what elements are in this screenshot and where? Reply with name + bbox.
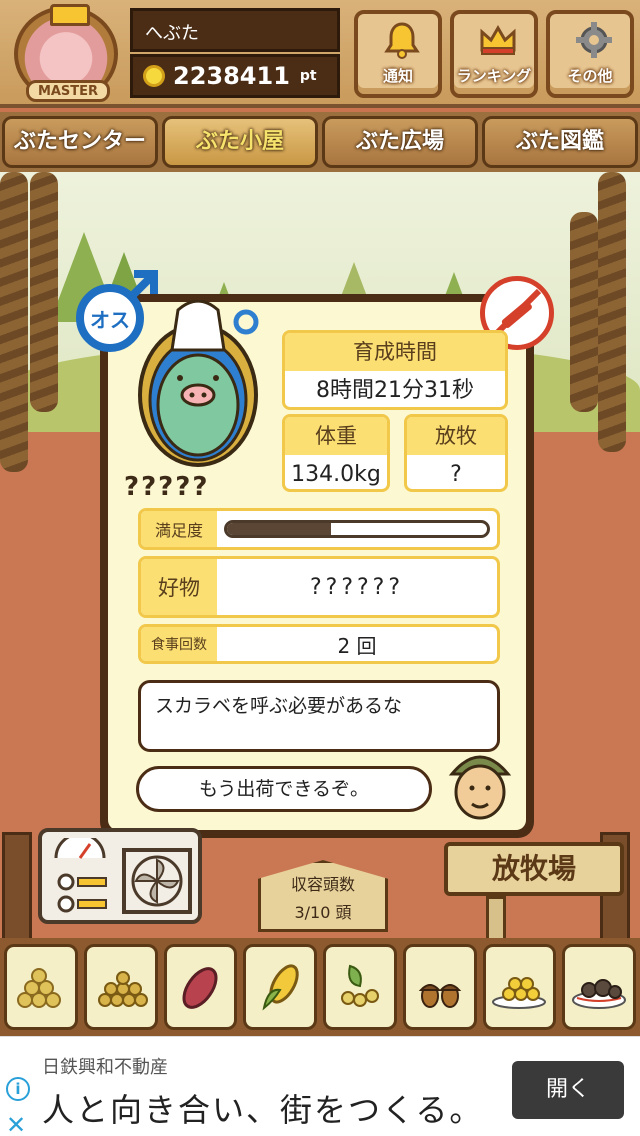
tab-buta-zukan[interactable]: ぶた図鑑 xyxy=(482,116,638,168)
weight-box: 体重 134.0kg xyxy=(282,414,390,492)
vine xyxy=(570,212,598,412)
tab-buta-koya[interactable]: ぶた小屋 xyxy=(162,116,318,168)
environment-panel[interactable] xyxy=(38,828,202,924)
meals-value: 2 回 xyxy=(337,633,377,658)
tab-buta-center[interactable]: ぶたセンター xyxy=(2,116,158,168)
feed-item-truffle-plate[interactable] xyxy=(562,944,636,1030)
points-display: 2238411 pt xyxy=(130,54,340,98)
capacity-value: 3/10 頭 xyxy=(294,903,352,922)
main-tabs: ぶたセンター ぶた小屋 ぶた広場 ぶた図鑑 xyxy=(0,112,640,172)
herb-berries-icon xyxy=(340,964,379,1007)
ad-close-icon[interactable]: ✕ xyxy=(6,1111,26,1136)
gear-icon xyxy=(574,20,614,60)
grain-pile-icon xyxy=(97,971,148,1007)
ad-info-icon[interactable]: i xyxy=(6,1077,30,1101)
grazing-value: ? xyxy=(450,462,462,487)
satisfaction-bar-fill xyxy=(227,523,331,535)
weight-label: 体重 xyxy=(285,417,387,455)
feed-item-sweet-potato[interactable] xyxy=(163,944,238,1030)
farmer-speech-bubble: もう出荷できるぞ。 xyxy=(136,766,432,812)
user-name: へぶた xyxy=(130,8,340,52)
vine xyxy=(0,172,28,472)
notification-button[interactable]: 通知 xyxy=(354,10,442,98)
farmer-icon[interactable] xyxy=(446,744,514,824)
satisfaction-row: 満足度 xyxy=(138,508,500,550)
crown-icon xyxy=(478,20,518,60)
settings-button[interactable]: その他 xyxy=(546,10,634,98)
favorite-value: ?????? xyxy=(309,574,405,600)
grain-plate-icon xyxy=(492,977,547,1009)
hint-bubble: スカラベを呼ぶ必要があるな xyxy=(138,680,500,752)
satisfaction-gauge xyxy=(217,511,497,547)
feed-item-grain[interactable] xyxy=(83,944,158,1030)
top-header: MASTER へぶた 2238411 pt 通知 ランキング その他 xyxy=(0,0,640,108)
favorite-row: 好物 ?????? xyxy=(138,556,500,618)
settings-label: その他 xyxy=(567,67,613,85)
feed-item-herbs[interactable] xyxy=(323,944,397,1030)
corn-icon xyxy=(262,964,299,1011)
points-unit: pt xyxy=(299,68,317,84)
meals-row: 食事回数 2 回 xyxy=(138,624,500,664)
feed-item-acorns[interactable] xyxy=(402,944,477,1030)
points-value: 2238411 xyxy=(173,62,290,90)
vine xyxy=(30,172,58,412)
ad-banner[interactable]: i ✕ 日鉄興和不動産 人と向き合い、街をつくる。 開く xyxy=(0,1036,640,1136)
crown-icon xyxy=(50,4,90,26)
truffle-plate-icon xyxy=(572,979,627,1009)
feed-item-corn[interactable] xyxy=(243,944,317,1030)
fence-post xyxy=(2,832,32,940)
vine xyxy=(598,172,626,452)
pig-pharaoh-icon xyxy=(128,299,278,470)
favorite-label: 好物 xyxy=(141,559,217,615)
soybeans-icon xyxy=(16,968,61,1008)
ad-open-button[interactable]: 開く xyxy=(512,1061,624,1119)
fan-icon[interactable] xyxy=(122,848,192,914)
raising-time-label: 育成時間 xyxy=(285,333,505,371)
grazing-box: 放牧 ? xyxy=(404,414,508,492)
sweet-potato-icon xyxy=(182,967,218,1009)
tab-buta-hiroba[interactable]: ぶた広場 xyxy=(322,116,478,168)
bell-icon xyxy=(382,20,422,60)
satisfaction-label: 満足度 xyxy=(141,511,217,547)
weight-value: 134.0kg xyxy=(291,462,381,487)
ad-headline: 人と向き合い、街をつくる。 xyxy=(42,1091,484,1129)
meals-label: 食事回数 xyxy=(141,627,217,661)
user-avatar[interactable]: MASTER xyxy=(14,4,118,102)
ranking-button[interactable]: ランキング xyxy=(450,10,538,98)
capacity-label: 収容頭数 xyxy=(290,875,355,894)
ad-advertiser: 日鉄興和不動産 xyxy=(42,1057,168,1078)
feed-item-soybeans[interactable] xyxy=(4,944,78,1030)
notification-label: 通知 xyxy=(382,67,413,85)
rank-badge: MASTER xyxy=(26,80,110,102)
raising-time-box: 育成時間 8時間21分31秒 xyxy=(282,330,508,410)
raising-time-value: 8時間21分31秒 xyxy=(316,378,474,403)
coin-icon xyxy=(143,65,165,87)
feed-item-grain-plate[interactable] xyxy=(482,944,557,1030)
grazing-label: 放牧 xyxy=(407,417,505,455)
pasture-button[interactable]: 放牧場 xyxy=(444,842,624,896)
ranking-label: ランキング xyxy=(456,67,532,85)
pig-name: ????? xyxy=(124,472,210,502)
feed-tray xyxy=(0,938,640,1036)
satisfaction-bar xyxy=(224,520,490,538)
acorn-icon xyxy=(418,984,461,1008)
